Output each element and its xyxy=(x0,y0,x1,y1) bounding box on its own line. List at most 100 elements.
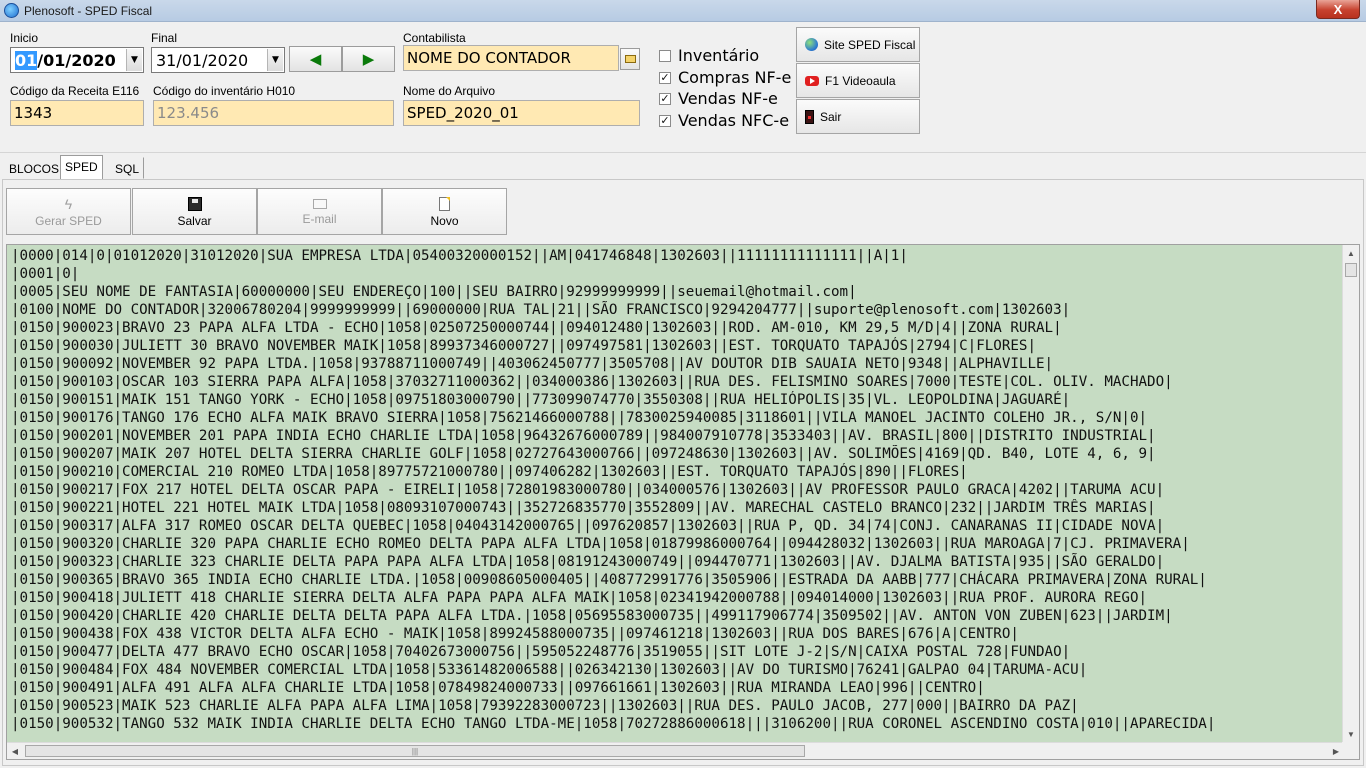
chevron-down-icon[interactable]: ▼ xyxy=(126,49,142,71)
site-sped-button[interactable]: Site SPED Fiscal xyxy=(796,27,920,62)
receita-input[interactable]: 1343 xyxy=(10,100,144,126)
videoaula-button[interactable]: F1 Videoaula xyxy=(796,63,920,98)
scroll-down-icon[interactable]: ▼ xyxy=(1343,726,1359,742)
checkbox-label: Vendas NF-e xyxy=(678,89,778,108)
sped-line: |0150|900103|OSCAR 103 SIERRA PAPA ALFA|… xyxy=(11,374,1173,390)
sped-line: |0150|900491|ALFA 491 ALFA ALFA CHARLIE … xyxy=(11,680,985,696)
youtube-icon xyxy=(805,75,819,86)
salvar-button[interactable]: Salvar xyxy=(132,188,257,235)
inventario-code-label: Código do inventário H010 xyxy=(153,84,296,98)
sped-line: |0150|900217|FOX 217 HOTEL DELTA OSCAR P… xyxy=(11,482,1165,498)
new-document-icon xyxy=(439,197,450,211)
checkbox-vendas-nfe[interactable]: ✓ Vendas NF-e xyxy=(659,89,778,108)
checkbox-box[interactable]: ✓ xyxy=(659,71,671,84)
videoaula-label: F1 Videoaula xyxy=(825,73,896,88)
sped-line: |0150|900176|TANGO 176 ECHO ALFA MAIK BR… xyxy=(11,410,1148,426)
sped-line: |0150|900207|MAIK 207 HOTEL DELTA SIERRA… xyxy=(11,446,1156,462)
tab-sped[interactable]: SPED xyxy=(60,155,103,179)
tab-label: SPED xyxy=(65,160,98,174)
horizontal-scrollbar[interactable]: ◀ ||| ▶ xyxy=(7,742,1344,759)
checkbox-label: Inventário xyxy=(678,46,760,65)
sped-line: |0150|900210|COMERCIAL 210 ROMEO LTDA|10… xyxy=(11,464,968,480)
email-icon xyxy=(312,199,327,209)
exit-button[interactable]: Sair xyxy=(796,99,920,134)
title-bar: Plenosoft - SPED Fiscal X xyxy=(0,0,1366,22)
sped-line: |0150|900323|CHARLIE 323 CHARLIE DELTA P… xyxy=(11,554,1165,570)
tab-label: BLOCOS xyxy=(9,162,60,176)
sped-line: |0001|0| xyxy=(11,266,80,282)
horizontal-scroll-thumb[interactable]: ||| xyxy=(25,745,805,757)
sped-line: |0150|900317|ALFA 317 ROMEO OSCAR DELTA … xyxy=(11,518,1165,534)
inicio-date-picker[interactable]: 01/01/2020 ▼ xyxy=(10,47,144,73)
sped-line: |0005|SEU NOME DE FANTASIA|60000000|SEU … xyxy=(11,284,857,300)
contabilista-input[interactable]: NOME DO CONTADOR xyxy=(403,45,619,71)
gerar-sped-button[interactable]: ϟ Gerar SPED xyxy=(6,188,131,235)
sped-line: |0150|900201|NOVEMBER 201 PAPA INDIA ECH… xyxy=(11,428,1156,444)
header-divider xyxy=(0,152,1366,153)
window-close-button[interactable]: X xyxy=(1316,0,1360,19)
sped-line: |0150|900221|HOTEL 221 HOTEL MAIK LTDA|1… xyxy=(11,500,1156,516)
scroll-up-icon[interactable]: ▲ xyxy=(1343,245,1359,261)
sped-line: |0150|900418|JULIETT 418 CHARLIE SIERRA … xyxy=(11,590,1148,606)
app-logo-icon xyxy=(4,3,19,18)
checkbox-label: Compras NF-e xyxy=(678,68,792,87)
checkbox-vendas-nfce[interactable]: ✓ Vendas NFC-e xyxy=(659,111,789,130)
novo-button[interactable]: Novo xyxy=(382,188,507,235)
checkbox-box[interactable] xyxy=(659,49,671,62)
tab-blocos[interactable]: BLOCOS xyxy=(4,157,64,179)
scroll-left-icon[interactable]: ◀ xyxy=(7,743,23,759)
sped-text-area[interactable]: |0000|014|0|01012020|31012020|SUA EMPRES… xyxy=(6,244,1360,760)
final-date-value: 31/01/2020 xyxy=(156,51,249,70)
sped-line: |0150|900523|MAIK 523 CHARLIE ALFA PAPA … xyxy=(11,698,1079,714)
sped-line: |0150|900151|MAIK 151 TANGO YORK - ECHO|… xyxy=(11,392,1071,408)
sped-line: |0150|900365|BRAVO 365 INDIA ECHO CHARLI… xyxy=(11,572,1207,588)
next-period-button[interactable]: ▶ xyxy=(342,46,395,72)
sped-line: |0150|900023|BRAVO 23 PAPA ALFA LTDA - E… xyxy=(11,320,1062,336)
exit-door-icon xyxy=(805,109,814,124)
sped-line: |0150|900438|FOX 438 VICTOR DELTA ALFA E… xyxy=(11,626,1019,642)
tab-sql[interactable]: SQL xyxy=(110,157,145,179)
sped-line: |0150|900320|CHARLIE 320 PAPA CHARLIE EC… xyxy=(11,536,1190,552)
gerar-sped-label: Gerar SPED xyxy=(35,214,102,228)
close-icon: X xyxy=(1333,1,1343,17)
save-icon xyxy=(187,197,202,211)
scroll-thumb[interactable] xyxy=(1345,263,1357,277)
email-label: E-mail xyxy=(302,212,337,226)
inicio-label: Inicio xyxy=(10,31,39,45)
exit-label: Sair xyxy=(820,109,842,124)
lightning-icon: ϟ xyxy=(64,196,73,212)
previous-period-button[interactable]: ◀ xyxy=(289,46,342,72)
checkbox-box[interactable]: ✓ xyxy=(659,114,671,127)
folder-button[interactable] xyxy=(620,48,640,70)
inicio-day-selected: 01 xyxy=(15,51,38,70)
arrow-right-icon: ▶ xyxy=(362,51,375,68)
arquivo-input[interactable]: SPED_2020_01 xyxy=(403,100,640,126)
novo-label: Novo xyxy=(430,214,459,228)
vertical-scrollbar[interactable]: ▲ ▼ xyxy=(1342,245,1359,742)
sped-line: |0150|900030|JULIETT 30 BRAVO NOVEMBER M… xyxy=(11,338,1036,354)
sped-line: |0150|900092|NOVEMBER 92 PAPA LTDA.|1058… xyxy=(11,356,1054,372)
folder-icon xyxy=(624,55,636,63)
sped-line: |0000|014|0|01012020|31012020|SUA EMPRES… xyxy=(11,248,908,264)
checkbox-inventario[interactable]: Inventário xyxy=(659,46,759,65)
sped-line: |0150|900420|CHARLIE 420 CHARLIE DELTA D… xyxy=(11,608,1173,624)
checkbox-label: Vendas NFC-e xyxy=(678,111,790,130)
window-title: Plenosoft - SPED Fiscal xyxy=(24,4,153,18)
salvar-label: Salvar xyxy=(177,214,212,228)
chevron-down-icon[interactable]: ▼ xyxy=(267,49,283,71)
contabilista-label: Contabilista xyxy=(403,31,466,45)
sped-line: |0150|900532|TANGO 532 MAIK INDIA CHARLI… xyxy=(11,716,1216,732)
sped-line: |0100|NOME DO CONTADOR|32006780204|99999… xyxy=(11,302,1071,318)
checkbox-compras-nfe[interactable]: ✓ Compras NF-e xyxy=(659,68,791,87)
inicio-date-rest: /01/2020 xyxy=(37,51,116,70)
receita-label: Código da Receita E116 xyxy=(10,84,140,98)
final-label: Final xyxy=(151,31,178,45)
final-date-picker[interactable]: 31/01/2020 ▼ xyxy=(151,47,285,73)
sped-lines: |0000|014|0|01012020|31012020|SUA EMPRES… xyxy=(11,247,1341,737)
email-button[interactable]: E-mail xyxy=(257,188,382,235)
checkbox-box[interactable]: ✓ xyxy=(659,92,671,105)
inventario-code-input[interactable]: 123.456 xyxy=(153,100,394,126)
sped-line: |0150|900477|DELTA 477 BRAVO ECHO OSCAR|… xyxy=(11,644,1071,660)
scrollbar-corner xyxy=(1342,742,1359,759)
arrow-left-icon: ◀ xyxy=(309,51,322,68)
